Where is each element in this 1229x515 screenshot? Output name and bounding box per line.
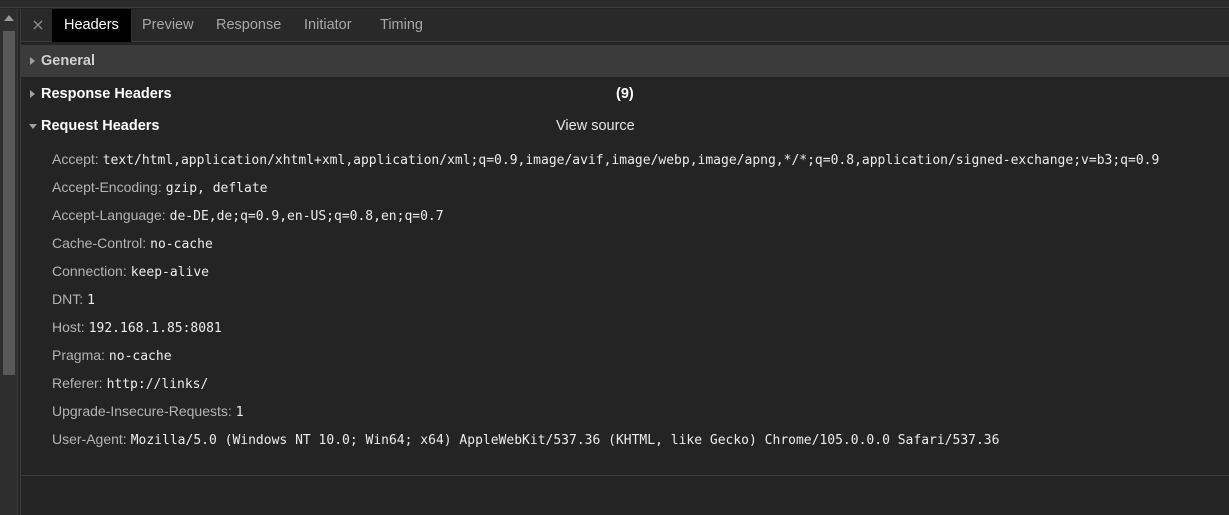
section-title-request-headers: Request Headers	[41, 118, 160, 134]
request-headers-section-header[interactable]: Request Headers View source	[21, 110, 1229, 142]
vertical-scrollbar[interactable]	[0, 9, 18, 515]
scroll-up-arrow-icon[interactable]	[4, 15, 14, 21]
header-row-cache-control: Cache-Control: no-cache	[52, 230, 1222, 258]
general-section-header[interactable]: General	[21, 45, 1229, 77]
expand-arrow-icon[interactable]	[30, 90, 35, 98]
tab-preview[interactable]: Preview	[130, 9, 206, 42]
section-title-general: General	[41, 53, 95, 69]
header-value: 1	[235, 405, 244, 420]
response-headers-section-header[interactable]: Response Headers (9)	[21, 78, 1229, 110]
header-value: no-cache	[150, 237, 213, 252]
header-row-user-agent: User-Agent: Mozilla/5.0 (Windows NT 10.0;…	[52, 426, 1222, 454]
tab-headers[interactable]: Headers	[52, 9, 131, 42]
request-headers-list: Accept: text/html,application/xhtml+xml,a…	[52, 146, 1222, 454]
top-strip	[0, 0, 1229, 8]
response-headers-count: (9)	[616, 86, 634, 102]
header-name: Referer:	[52, 375, 103, 391]
header-name: Upgrade-Insecure-Requests:	[52, 403, 232, 419]
header-row-dnt: DNT: 1	[52, 286, 1222, 314]
header-value: Mozilla/5.0 (Windows NT 10.0; Win64; x64…	[130, 433, 1000, 448]
header-name: Cache-Control:	[52, 235, 147, 251]
header-row-accept-encoding: Accept-Encoding: gzip, deflate	[52, 174, 1222, 202]
collapse-arrow-icon[interactable]	[29, 124, 37, 129]
header-name: Accept-Language:	[52, 207, 166, 223]
header-row-accept: Accept: text/html,application/xhtml+xml,a…	[52, 146, 1222, 174]
header-name: User-Agent:	[52, 431, 127, 447]
view-source-link[interactable]: View source	[556, 110, 635, 142]
header-value: 192.168.1.85:8081	[88, 321, 222, 336]
header-name: DNT:	[52, 291, 84, 307]
header-name: Accept:	[52, 151, 99, 167]
header-value: no-cache	[108, 349, 172, 364]
header-row-accept-language: Accept-Language: de-DE,de;q=0.9,en-US;q=0…	[52, 202, 1222, 230]
close-icon[interactable]: ×	[30, 16, 46, 34]
tab-initiator[interactable]: Initiator	[292, 9, 364, 42]
header-row-referer: Referer: http://links/	[52, 370, 1222, 398]
header-value: 1	[87, 293, 95, 308]
header-value: de-DE,de;q=0.9,en-US;q=0.8,en;q=0.7	[169, 209, 444, 224]
header-name: Connection:	[52, 263, 127, 279]
tab-response[interactable]: Response	[204, 9, 293, 42]
tab-bar: × Headers Preview Response Initiator Tim…	[21, 9, 1229, 42]
header-row-host: Host: 192.168.1.85:8081	[52, 314, 1222, 342]
header-value: gzip, deflate	[165, 181, 268, 196]
header-name: Accept-Encoding:	[52, 179, 162, 195]
header-row-pragma: Pragma: no-cache	[52, 342, 1222, 370]
scroll-thumb[interactable]	[3, 31, 15, 375]
header-row-upgrade-insecure-requests: Upgrade-Insecure-Requests: 1	[52, 398, 1222, 426]
tab-timing[interactable]: Timing	[368, 9, 435, 42]
divider	[21, 475, 1229, 476]
header-name: Host:	[52, 319, 85, 335]
header-value: keep-alive	[130, 265, 209, 280]
section-title-response-headers: Response Headers	[41, 86, 172, 102]
header-value: http://links/	[106, 377, 209, 392]
header-value: text/html,application/xhtml+xml,applicat…	[102, 153, 1160, 168]
header-name: Pragma:	[52, 347, 105, 363]
expand-arrow-icon[interactable]	[30, 57, 35, 65]
header-row-connection: Connection: keep-alive	[52, 258, 1222, 286]
